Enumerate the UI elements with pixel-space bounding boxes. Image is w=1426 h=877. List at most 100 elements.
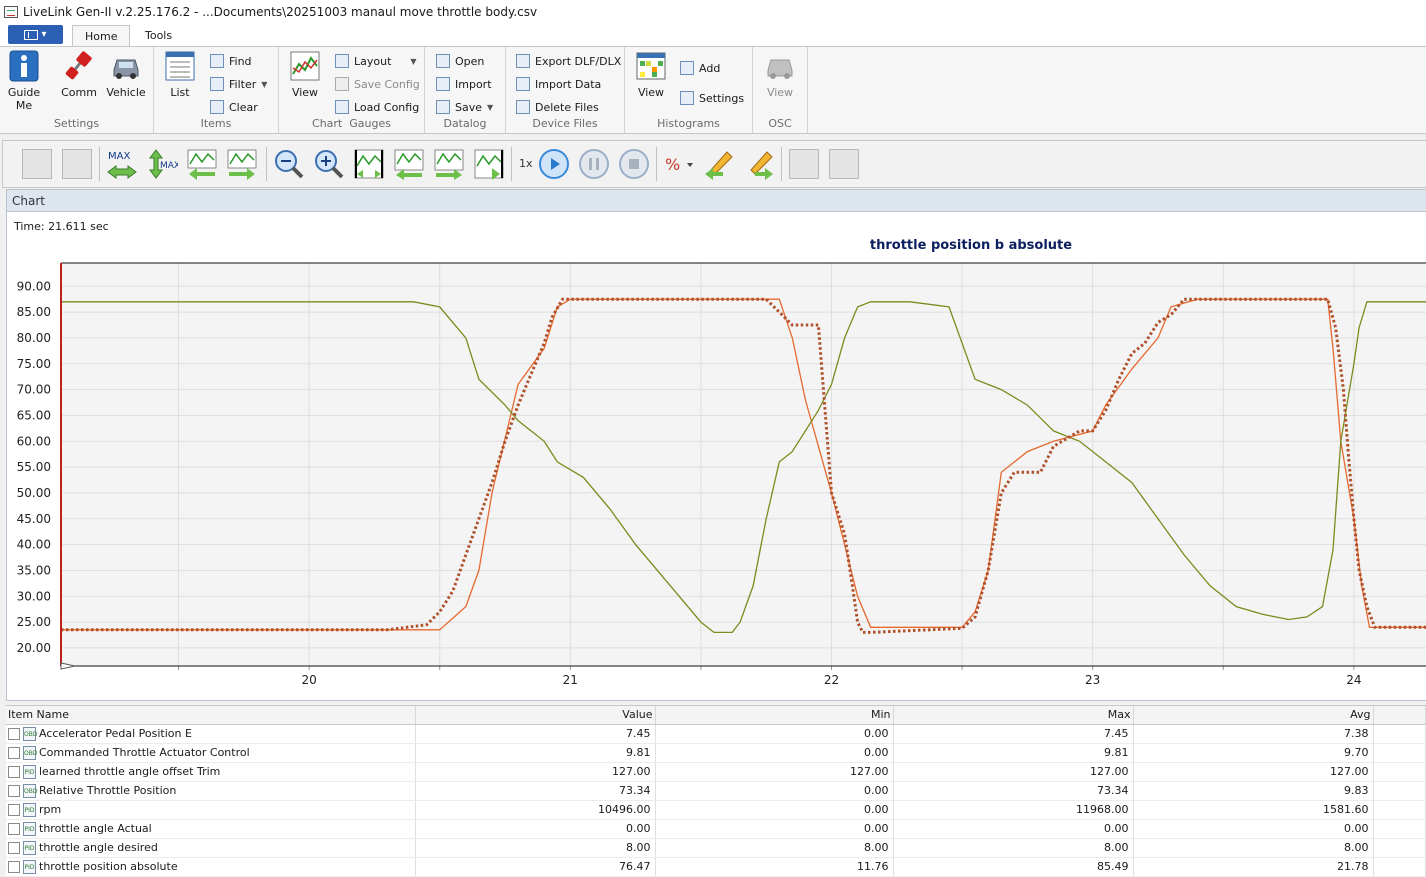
item-min: 0.00 — [655, 743, 894, 763]
table-row[interactable]: PID throttle angle Actual 0.00 0.00 0.00 0.00 — [6, 819, 1426, 839]
comm-button[interactable]: Comm — [61, 50, 97, 99]
chart-scroll-right-icon — [227, 149, 257, 180]
item-checkbox[interactable] — [8, 803, 20, 816]
export-icon — [516, 54, 530, 68]
item-name: learned throttle angle offset Trim — [39, 765, 221, 778]
obd-icon: OBD — [23, 745, 37, 760]
go-to-end-button[interactable] — [473, 148, 505, 180]
item-max: 9.81 — [893, 743, 1134, 763]
delete-files-button[interactable]: Delete Files — [516, 97, 599, 117]
ribbon-group-datalog: Open Import Save ▼ Datalog — [425, 47, 506, 133]
histogram-view-button[interactable]: View — [635, 50, 667, 99]
chart-plot[interactable]: 20.00 25.00 30.00 35.00 40.00 45.00 50.00 55.00… — [7, 190, 1426, 700]
go-to-end-icon — [474, 149, 504, 180]
find-button[interactable]: Find — [210, 51, 252, 71]
table-row[interactable]: PID throttle position absolute 76.47 11.76 8… — [6, 857, 1426, 877]
clear-button[interactable]: Clear — [210, 97, 258, 117]
window-title: LiveLink Gen-II v.2.25.176.2 - ...Docume… — [23, 5, 538, 19]
svg-text:MAX: MAX — [108, 151, 130, 162]
table-row[interactable]: OBD Commanded Throttle Actuator Control 9.… — [6, 743, 1426, 763]
overlay-disabled-button[interactable] — [788, 148, 820, 180]
item-avg: 9.70 — [1133, 743, 1374, 763]
item-max: 11968.00 — [893, 800, 1134, 820]
column-header-avg[interactable]: Avg — [1133, 706, 1374, 725]
obd-icon: OBD — [23, 726, 37, 741]
stop-button[interactable] — [618, 148, 650, 180]
chart-left-button[interactable] — [186, 148, 218, 180]
table-header-row: Item Name Value Min Max Avg — [6, 706, 1426, 725]
item-checkbox[interactable] — [8, 822, 20, 835]
tab-home[interactable]: Home — [72, 25, 131, 46]
chart-view-button[interactable]: View — [289, 50, 321, 99]
percent-dropdown-button[interactable]: % — [663, 148, 695, 180]
app-menu-button[interactable]: ▾ — [8, 25, 63, 44]
item-checkbox[interactable] — [8, 784, 20, 797]
item-value: 73.34 — [415, 781, 656, 801]
y-tick-label: 80.00 — [17, 331, 51, 345]
filter-button[interactable]: Filter ▼ — [210, 74, 267, 94]
import-button[interactable]: Import — [436, 74, 492, 94]
chevron-down-icon: ▼ — [487, 102, 494, 112]
step-forward-button[interactable] — [433, 148, 465, 180]
max-up-button[interactable]: MAX — [146, 148, 180, 180]
table-row[interactable]: OBD Relative Throttle Position 73.34 0.00 73… — [6, 781, 1426, 801]
item-extra — [1373, 743, 1426, 763]
playback-speed[interactable]: 1x — [519, 157, 533, 170]
load-config-button[interactable]: Load Config — [335, 97, 419, 117]
pencil-left-icon — [705, 151, 733, 180]
stop-icon — [629, 159, 639, 169]
item-checkbox[interactable] — [8, 841, 20, 854]
zoom-out-button[interactable] — [273, 148, 305, 180]
vehicle-button[interactable]: Vehicle — [106, 50, 146, 99]
record-disabled-button[interactable] — [21, 148, 53, 180]
column-header-value[interactable]: Value — [415, 706, 656, 725]
marker-right-button[interactable] — [743, 148, 775, 180]
column-header-max[interactable]: Max — [893, 706, 1134, 725]
table-row[interactable]: PID learned throttle angle offset Trim 127… — [6, 762, 1426, 782]
item-checkbox[interactable] — [8, 727, 20, 740]
record-stop-disabled-button[interactable] — [61, 148, 93, 180]
guide-me-button[interactable]: Guide Me — [6, 50, 42, 112]
save-config-button[interactable]: Save Config — [335, 74, 420, 94]
item-avg: 7.38 — [1133, 724, 1374, 744]
list-button[interactable]: List — [164, 50, 196, 99]
histogram-settings-button[interactable]: Settings — [680, 88, 744, 108]
layout-button[interactable]: Layout ▼ — [335, 51, 417, 71]
pause-button[interactable] — [578, 148, 610, 180]
fit-chart-button[interactable] — [353, 148, 385, 180]
item-checkbox[interactable] — [8, 765, 20, 778]
item-value: 8.00 — [415, 838, 656, 858]
add-histogram-button[interactable]: Add — [680, 58, 720, 78]
zoom-in-button[interactable] — [313, 148, 345, 180]
max-left-button[interactable]: MAX — [106, 148, 138, 180]
chart-icon — [290, 51, 320, 81]
import-data-button[interactable]: Import Data — [516, 74, 601, 94]
column-header-min[interactable]: Min — [655, 706, 894, 725]
import-icon — [436, 77, 450, 91]
item-checkbox[interactable] — [8, 860, 20, 873]
save-button[interactable]: Save ▼ — [436, 97, 493, 117]
export-dlf-button[interactable]: Export DLF/DLX — [516, 51, 621, 71]
chart-right-button[interactable] — [226, 148, 258, 180]
y-tick-label: 55.00 — [17, 460, 51, 474]
pid-icon: PID — [23, 840, 36, 855]
item-checkbox[interactable] — [8, 746, 20, 759]
step-back-button[interactable] — [393, 148, 425, 180]
osc-view-button[interactable]: View — [763, 50, 797, 99]
compare-disabled-button[interactable] — [828, 148, 860, 180]
table-row[interactable]: PID throttle angle desired 8.00 8.00 8.00 8.0… — [6, 838, 1426, 858]
marker-left-button[interactable] — [703, 148, 735, 180]
table-row[interactable]: OBD Accelerator Pedal Position E 7.45 0.00 7… — [6, 724, 1426, 744]
tab-tools[interactable]: Tools — [133, 25, 184, 46]
chevron-down-icon: ▼ — [261, 79, 268, 89]
column-header-item-name[interactable]: Item Name — [6, 706, 416, 725]
save-config-icon — [335, 77, 349, 91]
table-row[interactable]: PID rpm 10496.00 0.00 11968.00 1581.60 — [6, 800, 1426, 820]
play-button[interactable] — [538, 148, 570, 180]
item-avg: 9.83 — [1133, 781, 1374, 801]
y-tick-label: 90.00 — [17, 279, 51, 293]
chart-toolbar: MAX MAX 1x % — [2, 140, 1426, 188]
open-button[interactable]: Open — [436, 51, 484, 71]
x-tick-label: 21 — [563, 673, 578, 687]
load-config-icon — [335, 100, 349, 114]
